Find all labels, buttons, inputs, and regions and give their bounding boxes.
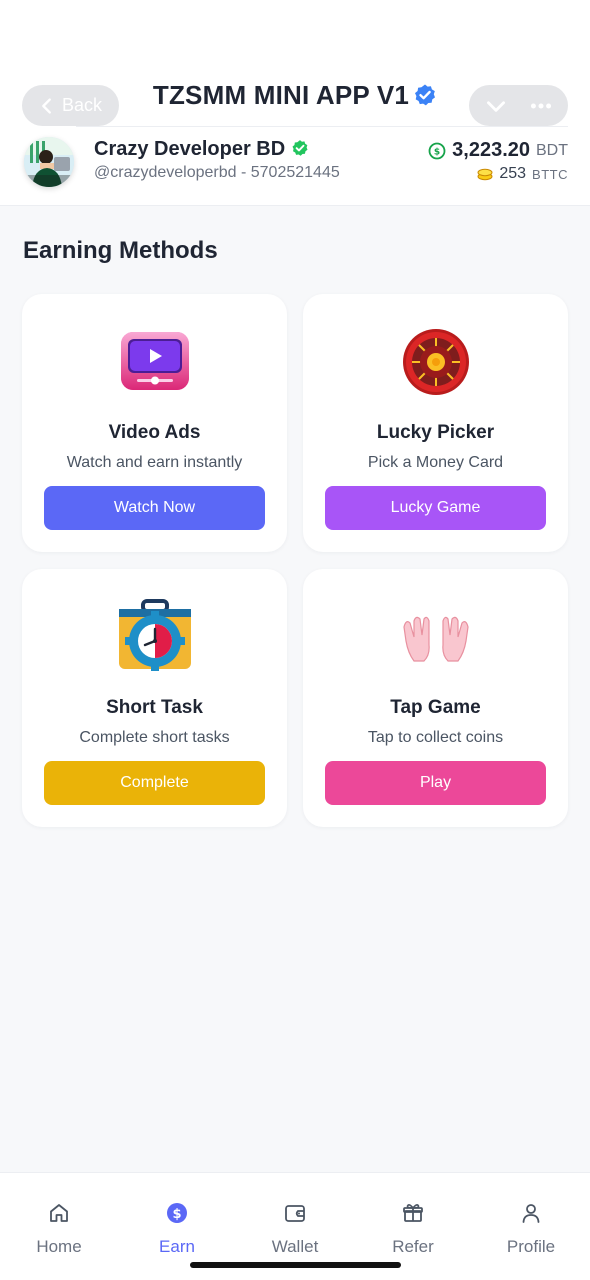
user-handle: @crazydeveloperbd - 5702521445: [94, 164, 340, 181]
complete-button[interactable]: Complete: [44, 761, 265, 805]
home-indicator: [190, 1262, 401, 1268]
verified-badge-icon: [415, 84, 436, 106]
video-player-icon: [120, 332, 189, 390]
nav-profile[interactable]: Profile: [472, 1173, 590, 1280]
menu-pill: [469, 85, 568, 126]
svg-text:$: $: [172, 1207, 181, 1222]
gift-icon: [403, 1204, 423, 1222]
app-title-text: TZSMM MINI APP V1: [152, 80, 410, 110]
card-video-ads: Video Ads Watch and earn instantly Watch…: [22, 294, 287, 552]
dollar-coin-icon: $: [167, 1203, 187, 1223]
avatar[interactable]: [24, 137, 74, 187]
avatar-image: [24, 137, 74, 187]
card-title: Tap Game: [390, 697, 481, 718]
section-title: Earning Methods: [23, 237, 218, 264]
header-divider: [76, 126, 568, 127]
coins-icon: [477, 168, 493, 181]
dollar-circle-icon: $: [428, 142, 446, 159]
nav-label: Profile: [506, 1237, 556, 1256]
more-options-icon[interactable]: [528, 93, 554, 119]
nav-label: Refer: [392, 1237, 434, 1256]
wallet-icon: [285, 1205, 305, 1222]
nav-label: Home: [36, 1237, 82, 1256]
watch-now-button[interactable]: Watch Now: [44, 486, 265, 530]
card-description: Watch and earn instantly: [66, 454, 243, 471]
nav-label: Wallet: [271, 1237, 319, 1256]
main-balance: $ 3,223.20 BDT: [428, 139, 568, 162]
nav-home[interactable]: Home: [0, 1173, 118, 1280]
token-balance-amount: 253: [499, 165, 527, 182]
user-name: Crazy Developer BD: [94, 138, 309, 161]
nav-label: Earn: [159, 1237, 195, 1256]
user-name-text: Crazy Developer BD: [94, 138, 286, 160]
card-short-task: Short Task Complete short tasks Complete: [22, 569, 287, 827]
card-title: Video Ads: [108, 422, 201, 443]
play-button[interactable]: Play: [325, 761, 546, 805]
main-balance-amount: 3,223.20: [452, 139, 530, 161]
card-description: Complete short tasks: [79, 729, 230, 746]
card-description: Tap to collect coins: [367, 729, 504, 746]
verified-check-icon: [292, 140, 308, 156]
card-tap-game: Tap Game Tap to collect coins Play: [303, 569, 568, 827]
chevron-down-icon[interactable]: [483, 93, 509, 119]
user-icon: [522, 1204, 540, 1223]
card-title: Short Task: [106, 697, 203, 718]
main-balance-currency: BDT: [536, 141, 568, 159]
svg-text:$: $: [434, 147, 440, 157]
token-balance: 253 BTTC: [477, 165, 568, 183]
raised-hands-icon: [402, 616, 469, 662]
roulette-wheel-icon: [402, 329, 469, 395]
token-balance-currency: BTTC: [532, 166, 568, 182]
card-description: Pick a Money Card: [367, 454, 504, 471]
card-lucky-picker: Lucky Picker Pick a Money Card Lucky Gam…: [303, 294, 568, 552]
lucky-game-button[interactable]: Lucky Game: [325, 486, 546, 530]
task-briefcase-clock-icon: [118, 599, 191, 671]
home-icon: [50, 1204, 68, 1222]
card-title: Lucky Picker: [376, 422, 495, 443]
